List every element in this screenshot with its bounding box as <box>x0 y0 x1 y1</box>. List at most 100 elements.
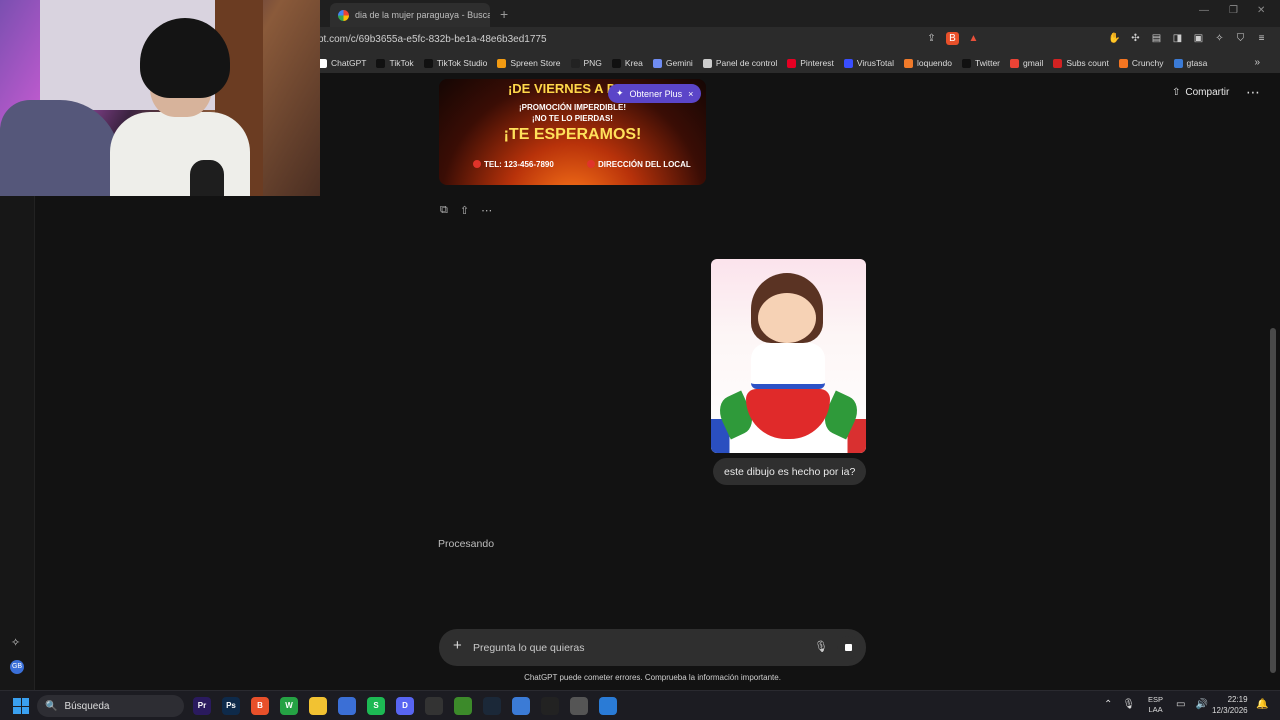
vpn-icon[interactable]: ⛉ <box>1234 32 1247 45</box>
share-button[interactable]: ⇧ Compartir <box>1172 87 1229 98</box>
location-pin-icon <box>587 160 595 168</box>
network-icon[interactable]: ▭ <box>1176 699 1185 710</box>
taskbar-app-settings-icon[interactable] <box>570 697 588 715</box>
bookmark-item[interactable]: Crunchy <box>1118 58 1164 68</box>
share-label: Compartir <box>1185 87 1230 98</box>
more-actions-icon[interactable]: ⋯ <box>481 204 492 217</box>
bookmark-item[interactable]: gmail <box>1010 58 1043 68</box>
taskbar-app-obs-icon[interactable] <box>541 697 559 715</box>
microphone-icon[interactable]: 🎙 <box>814 640 828 653</box>
wallet-icon[interactable]: ▣ <box>1192 32 1205 45</box>
language-indicator[interactable]: ESP LAA <box>1148 695 1163 715</box>
bookmark-item[interactable]: gtasa <box>1173 58 1208 68</box>
browser-tab[interactable]: dia de la mujer paraguaya - Buscar c <box>330 3 490 27</box>
user-message: este dibujo es hecho por ia? <box>713 458 867 485</box>
get-plus-label: Obtener Plus <box>629 88 683 99</box>
scrollbar[interactable] <box>1270 328 1276 673</box>
taskbar-app-explorer-icon[interactable] <box>309 697 327 715</box>
taskbar-app-discord-icon[interactable]: D <box>396 697 414 715</box>
minimize-icon[interactable]: — <box>1199 5 1209 16</box>
bookmark-item[interactable]: Twitter <box>961 58 1000 68</box>
taskbar-app-chatgpt-icon[interactable] <box>425 697 443 715</box>
taskbar-app-photoshop-icon[interactable]: Ps <box>222 697 240 715</box>
taskbar-app-premiere-icon[interactable]: Pr <box>193 697 211 715</box>
share-page-icon[interactable]: ⇪ <box>925 32 938 45</box>
bookmark-item[interactable]: Krea <box>611 58 643 68</box>
bookmark-label: loquendo <box>916 58 952 68</box>
bookmark-label: TikTok Studio <box>436 58 488 68</box>
bookmark-item[interactable]: Spreen Store <box>497 58 561 68</box>
taskbar-app-steam-icon[interactable] <box>483 697 501 715</box>
promo-phone-text: TEL: 123-456-7890 <box>484 160 554 169</box>
promo-phone: TEL: 123-456-7890 <box>473 160 554 169</box>
more-options-icon[interactable]: ⋯ <box>1246 84 1260 101</box>
bookmark-label: Twitter <box>974 58 1000 68</box>
sparkle-icon[interactable]: ✧ <box>11 636 20 649</box>
bookmark-favicon-icon <box>1010 58 1019 68</box>
taskbar-app-brave-icon[interactable]: B <box>251 697 269 715</box>
extension-icon[interactable]: ✋ <box>1108 32 1121 45</box>
close-window-icon[interactable]: ✕ <box>1257 5 1265 16</box>
taskbar-app-whatsapp-icon[interactable]: W <box>280 697 298 715</box>
clock[interactable]: 22:19 12/3/2026 <box>1212 694 1248 716</box>
volume-icon[interactable]: 🔊 <box>1195 699 1207 710</box>
windows-start-icon[interactable] <box>13 698 29 714</box>
taskbar-app-minecraft-icon[interactable] <box>454 697 472 715</box>
bookmark-label: Pinterest <box>800 58 834 68</box>
brave-rewards-icon[interactable]: ▲ <box>967 32 980 45</box>
stop-button[interactable] <box>837 636 860 659</box>
attach-plus-icon[interactable]: + <box>453 638 462 654</box>
maximize-icon[interactable]: ❐ <box>1229 5 1238 16</box>
bookmark-item[interactable]: ChatGPT <box>318 58 366 68</box>
bookmark-label: Subs count <box>1066 58 1109 68</box>
bookmark-item[interactable]: Gemini <box>652 58 693 68</box>
mic-tray-icon[interactable]: 🎙 <box>1122 699 1135 710</box>
bookmark-item[interactable]: VirusTotal <box>843 58 894 68</box>
copy-icon[interactable]: ⧉ <box>440 204 448 217</box>
promo-address-text: DIRECCIÓN DEL LOCAL <box>598 160 691 169</box>
bookmark-item[interactable]: TikTok <box>376 58 414 68</box>
menu-icon[interactable]: ≡ <box>1255 32 1268 45</box>
bookmark-item[interactable]: PNG <box>570 58 602 68</box>
more-bookmarks-icon[interactable]: » <box>1254 57 1260 68</box>
sidebar-toggle-icon[interactable]: ◨ <box>1171 32 1184 45</box>
bookmark-item[interactable]: Subs count <box>1053 58 1109 68</box>
promo-address: DIRECCIÓN DEL LOCAL <box>587 160 691 169</box>
taskbar-app-store-icon[interactable] <box>338 697 356 715</box>
share-message-icon[interactable]: ⇧ <box>460 204 469 217</box>
notification-bell-icon[interactable]: 🔔 <box>1256 699 1268 710</box>
dismiss-plus-icon[interactable]: × <box>688 89 693 99</box>
taskbar-app-photos-icon[interactable] <box>599 697 617 715</box>
phone-icon <box>473 160 481 168</box>
reader-icon[interactable]: ▤ <box>1150 32 1163 45</box>
prompt-input[interactable] <box>473 639 793 657</box>
avatar[interactable]: GB <box>10 660 24 674</box>
bookmark-label: PNG <box>583 58 602 68</box>
get-plus-button[interactable]: ✦ Obtener Plus × <box>608 84 702 103</box>
bookmark-label: gtasa <box>1186 58 1208 68</box>
bookmark-item[interactable]: Pinterest <box>787 58 834 68</box>
stop-icon <box>845 644 852 651</box>
bookmark-favicon-icon <box>787 58 797 68</box>
chevron-up-icon[interactable]: ⌃ <box>1104 699 1112 710</box>
brave-shield-icon[interactable]: B <box>946 32 959 45</box>
url-field[interactable]: pt.com/c/69b3655a-e5fc-832b-be1a-48e6b3e… <box>318 34 547 45</box>
taskbar-app-notepad-icon[interactable] <box>512 697 530 715</box>
bookmark-label: Panel de control <box>715 58 778 68</box>
bookmark-favicon-icon <box>1053 58 1063 68</box>
leo-ai-icon[interactable]: ✧ <box>1213 32 1226 45</box>
bookmark-item[interactable]: loquendo <box>903 58 952 68</box>
bookmark-favicon-icon <box>570 58 580 68</box>
puzzle-icon[interactable]: ✣ <box>1129 32 1142 45</box>
promo-line3: ¡NO TE LO PIERDAS! <box>532 114 613 123</box>
search-icon: 🔍 <box>45 700 58 712</box>
bookmark-item[interactable]: TikTok Studio <box>423 58 488 68</box>
bookmark-favicon-icon <box>702 58 712 68</box>
taskbar-search-label: Búsqueda <box>64 700 110 712</box>
taskbar-search[interactable]: 🔍 Búsqueda <box>37 695 184 717</box>
new-tab-button[interactable]: + <box>500 6 508 22</box>
uploaded-drawing-image[interactable] <box>711 259 866 453</box>
webcam-overlay <box>0 0 320 196</box>
taskbar-app-spotify-icon[interactable]: S <box>367 697 385 715</box>
bookmark-item[interactable]: Panel de control <box>702 58 778 68</box>
